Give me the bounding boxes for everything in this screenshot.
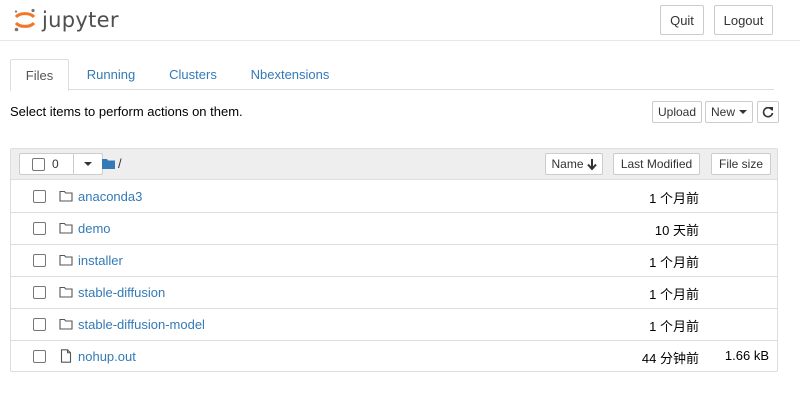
sort-by-name-button[interactable]: Name (545, 153, 603, 175)
file-name-link[interactable]: demo (78, 221, 111, 236)
upload-button[interactable]: Upload (652, 101, 702, 123)
file-list: 0 / Name Last Modified File size anacond… (10, 148, 778, 372)
row-checkbox[interactable] (33, 350, 46, 363)
file-row[interactable]: stable-diffusion-model 1 个月前 (11, 309, 777, 341)
file-icon (60, 349, 72, 363)
breadcrumb-path[interactable]: / (118, 156, 122, 171)
file-modified: 1 个月前 (649, 191, 699, 206)
file-modified: 44 分钟前 (641, 351, 699, 366)
name-sort-label: Name (551, 157, 584, 171)
selection-hint: Select items to perform actions on them. (10, 104, 243, 119)
file-row[interactable]: nohup.out 44 分钟前 1.66 kB (11, 341, 777, 373)
folder-outline-icon (59, 286, 73, 298)
folder-outline-icon (59, 190, 73, 202)
logo-text: jupyter (42, 8, 119, 32)
sort-by-last-modified-button[interactable]: Last Modified (613, 153, 700, 175)
selected-count: 0 (52, 157, 59, 171)
folder-outline-icon (59, 318, 73, 330)
new-button-label: New (710, 105, 735, 119)
caret-down-icon (739, 110, 747, 114)
row-checkbox[interactable] (33, 318, 46, 331)
file-row[interactable]: stable-diffusion 1 个月前 (11, 277, 777, 309)
jupyter-logo-icon (14, 8, 36, 32)
row-checkbox[interactable] (33, 190, 46, 203)
file-row[interactable]: demo 10 天前 (11, 213, 777, 245)
row-checkbox[interactable] (33, 222, 46, 235)
caret-down-icon (84, 162, 92, 166)
file-name-link[interactable]: installer (78, 253, 123, 268)
file-modified: 1 个月前 (649, 255, 699, 270)
file-row[interactable]: anaconda3 1 个月前 (11, 181, 777, 213)
file-modified: 10 天前 (654, 223, 699, 238)
row-checkbox[interactable] (33, 286, 46, 299)
arrow-down-icon (586, 158, 597, 170)
top-header: jupyter Quit Logout (0, 0, 800, 41)
row-checkbox[interactable] (33, 254, 46, 267)
file-name-link[interactable]: stable-diffusion-model (78, 317, 205, 332)
folder-icon[interactable] (102, 158, 115, 169)
file-name-link[interactable]: anaconda3 (78, 189, 142, 204)
tab-clusters[interactable]: Clusters (160, 59, 226, 90)
file-modified: 1 个月前 (649, 287, 699, 302)
file-list-header: 0 / Name Last Modified File size (11, 149, 777, 180)
new-dropdown-button[interactable]: New (705, 101, 753, 123)
file-size: 1.66 kB (724, 348, 769, 363)
tab-files[interactable]: Files (10, 59, 69, 91)
tab-bar: Files Running Clusters Nbextensions (10, 59, 774, 91)
logout-button[interactable]: Logout (714, 5, 773, 35)
refresh-button[interactable] (757, 101, 779, 123)
quit-button[interactable]: Quit (660, 5, 704, 35)
tab-running[interactable]: Running (78, 59, 144, 90)
select-all-checkbox[interactable] (32, 158, 45, 171)
folder-outline-icon (59, 254, 73, 266)
tab-nbextensions[interactable]: Nbextensions (242, 59, 338, 90)
file-name-link[interactable]: nohup.out (78, 349, 136, 364)
jupyter-logo[interactable]: jupyter (12, 6, 119, 34)
refresh-icon (762, 106, 774, 118)
file-name-link[interactable]: stable-diffusion (78, 285, 165, 300)
sort-by-file-size-button[interactable]: File size (711, 153, 771, 175)
file-row[interactable]: installer 1 个月前 (11, 245, 777, 277)
select-dropdown-button[interactable] (73, 153, 103, 175)
file-modified: 1 个月前 (649, 319, 699, 334)
select-all-group: 0 (19, 153, 103, 175)
folder-outline-icon (59, 222, 73, 234)
